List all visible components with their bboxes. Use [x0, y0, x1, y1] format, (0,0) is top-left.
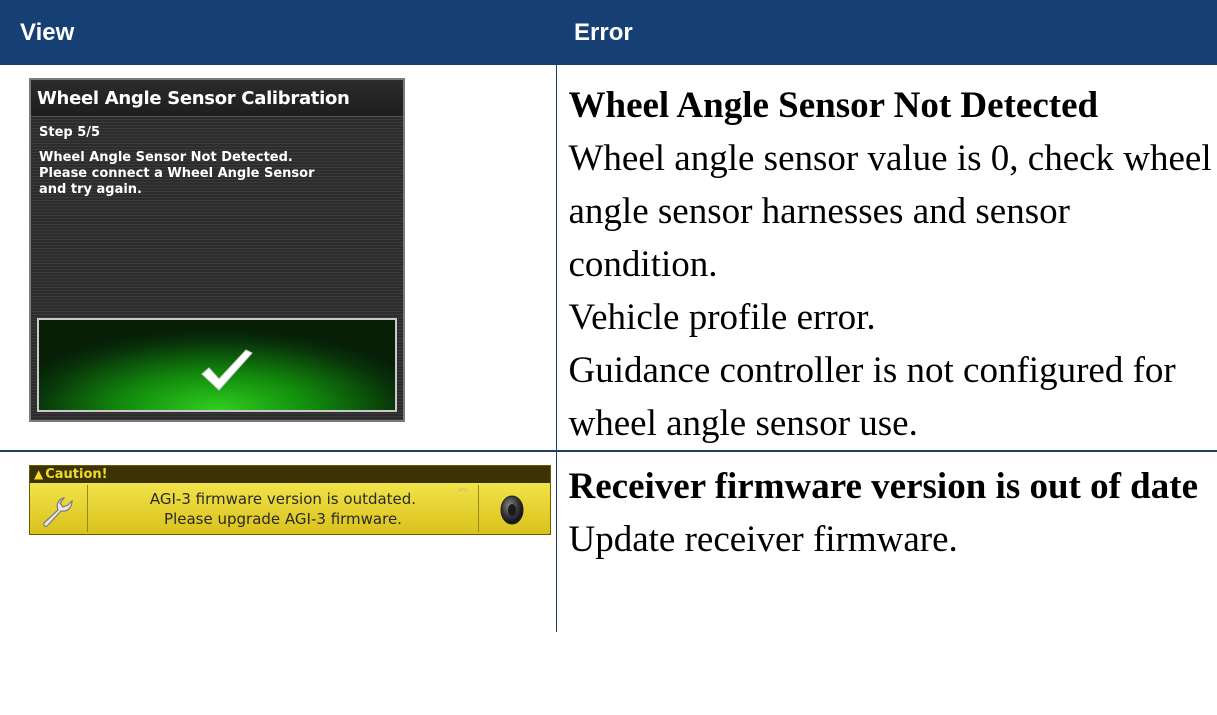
error-cell: Wheel Angle Sensor Not Detected Wheel an…: [556, 65, 1217, 452]
error-line: Vehicle profile error.: [568, 297, 876, 338]
error-description: Receiver firmware version is out of date…: [557, 452, 1217, 566]
calibration-dialog-screenshot: Wheel Angle Sensor Calibration Step 5/5 …: [29, 78, 405, 422]
warning-triangle-icon: ▲: [34, 467, 44, 481]
speaker-icon[interactable]: [495, 493, 529, 527]
caution-label: Caution!: [45, 467, 108, 482]
caution-message: AGI-3 firmware version is outdated. Plea…: [88, 489, 478, 529]
error-line: Guidance controller is not configured fo…: [568, 350, 1176, 444]
table-row: ▲ Caution! AGI-3 firmware version is outd…: [0, 451, 1217, 632]
dialog-message-line: Please connect a Wheel Angle Sensor: [39, 166, 315, 181]
dialog-message: Wheel Angle Sensor Not Detected. Please …: [39, 150, 379, 198]
divider: [478, 485, 479, 532]
caution-banner-screenshot: ▲ Caution! AGI-3 firmware version is outd…: [29, 465, 551, 535]
caution-message-line: AGI-3 firmware version is outdated.: [149, 490, 417, 508]
view-cell: Wheel Angle Sensor Calibration Step 5/5 …: [0, 65, 557, 452]
table-header-row: View Error: [0, 0, 1217, 65]
dialog-step: Step 5/5: [39, 125, 101, 140]
caution-header: ▲ Caution!: [30, 466, 550, 483]
error-description: Wheel Angle Sensor Not Detected Wheel an…: [557, 65, 1217, 450]
error-table: View Error Wheel Angle Sensor Calibratio…: [0, 0, 1217, 632]
table-row: Wheel Angle Sensor Calibration Step 5/5 …: [0, 65, 1217, 452]
dialog-message-line: Wheel Angle Sensor Not Detected.: [39, 150, 293, 165]
error-title: Wheel Angle Sensor Not Detected: [568, 85, 1099, 126]
error-cell: Receiver firmware version is out of date…: [556, 451, 1217, 632]
view-column-header: View: [0, 0, 556, 65]
error-line: Update receiver firmware.: [568, 519, 958, 560]
confirm-button[interactable]: [37, 318, 397, 412]
wrench-icon[interactable]: [38, 493, 78, 529]
error-line: Wheel angle sensor value is 0, check whe…: [568, 138, 1212, 285]
caution-message-line: Please upgrade AGI-3 firmware.: [164, 510, 402, 528]
checkmark-icon: [201, 349, 253, 391]
view-cell: ▲ Caution! AGI-3 firmware version is outd…: [0, 451, 557, 632]
chevron-up-icon[interactable]: ︽: [458, 484, 468, 494]
error-title: Receiver firmware version is out of date: [568, 466, 1199, 507]
dialog-message-line: and try again.: [39, 182, 142, 197]
dialog-title: Wheel Angle Sensor Calibration: [31, 80, 403, 117]
error-column-header: Error: [556, 0, 1217, 65]
caution-body: AGI-3 firmware version is outdated. Plea…: [30, 483, 550, 534]
